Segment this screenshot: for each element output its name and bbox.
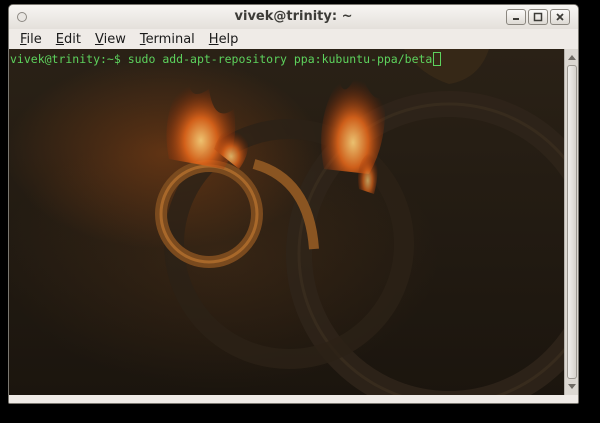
- maximize-icon: [533, 12, 543, 22]
- scroll-down-button[interactable]: [566, 381, 578, 393]
- window-controls: [506, 9, 570, 25]
- menu-file-label: ile: [26, 31, 42, 47]
- minimize-icon: [513, 18, 519, 20]
- terminal-background-image: [155, 49, 564, 395]
- menu-file[interactable]: File: [13, 32, 49, 47]
- menu-edit[interactable]: Edit: [49, 32, 88, 47]
- scroll-up-icon: [568, 55, 576, 60]
- text-cursor: [433, 52, 442, 66]
- minimize-button[interactable]: [506, 9, 526, 25]
- maximize-button[interactable]: [528, 9, 548, 25]
- close-icon: [556, 13, 564, 21]
- terminal-area[interactable]: vivek@trinity:~$ sudo add-apt-repository…: [9, 49, 564, 395]
- command-text: sudo add-apt-repository ppa:kubuntu-ppa/…: [127, 52, 433, 66]
- window-bottom-border: [9, 395, 578, 403]
- menu-help-mnemonic: H: [208, 31, 219, 47]
- menu-help[interactable]: Help: [202, 32, 246, 47]
- scroll-down-icon: [568, 384, 576, 389]
- menu-view-label: iew: [103, 31, 126, 47]
- terminal-line: vivek@trinity:~$ sudo add-apt-repository…: [10, 52, 442, 66]
- shell-prompt: vivek@trinity:~$: [10, 52, 128, 66]
- menu-edit-mnemonic: E: [55, 31, 64, 47]
- close-button[interactable]: [550, 9, 570, 25]
- vertical-scrollbar[interactable]: [564, 49, 578, 395]
- menu-help-label: elp: [218, 31, 239, 47]
- scrollbar-thumb[interactable]: [567, 65, 577, 379]
- menu-view-mnemonic: V: [94, 31, 104, 47]
- scroll-up-button[interactable]: [566, 51, 578, 63]
- menu-view[interactable]: View: [88, 32, 133, 47]
- menu-edit-label: dit: [64, 31, 81, 47]
- menu-terminal-label: erminal: [145, 31, 195, 47]
- menu-terminal[interactable]: Terminal: [133, 32, 202, 47]
- window-title: vivek@trinity: ~: [234, 9, 353, 24]
- terminal-window: vivek@trinity: ~ File Edit View Terminal…: [8, 4, 579, 404]
- menu-bar: File Edit View Terminal Help: [9, 29, 578, 49]
- title-bar[interactable]: vivek@trinity: ~: [9, 5, 578, 29]
